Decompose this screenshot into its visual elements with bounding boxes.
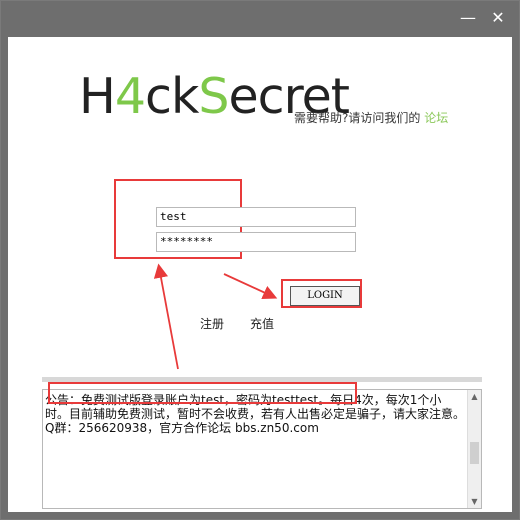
arrow-to-credentials xyxy=(153,263,179,370)
scroll-down-icon[interactable]: ▼ xyxy=(470,497,479,506)
scroll-thumb[interactable] xyxy=(470,442,479,464)
account-info-highlight-box xyxy=(48,382,357,404)
login-button[interactable]: LOGIN xyxy=(290,286,360,306)
arrow-to-login xyxy=(223,273,278,300)
login-window: — ✕ H4ckSecret 需要帮助?请访问我们的 论坛 test *****… xyxy=(0,0,520,520)
title-bar[interactable]: — ✕ xyxy=(1,1,519,37)
help-text: 需要帮助?请访问我们的 论坛 xyxy=(294,109,448,126)
help-message: 需要帮助?请访问我们的 xyxy=(294,111,421,125)
password-input[interactable]: ******** xyxy=(156,232,356,252)
logo-s: S xyxy=(198,68,229,125)
client-area: H4ckSecret 需要帮助?请访问我们的 论坛 test ******** … xyxy=(8,37,512,512)
close-button[interactable]: ✕ xyxy=(489,9,507,27)
notice-scrollbar[interactable]: ▲ ▼ xyxy=(467,390,481,508)
logo-4: 4 xyxy=(114,68,146,125)
recharge-link[interactable]: 充值 xyxy=(250,315,274,332)
notice-box[interactable]: 公告：免费测试版登录账户为test，密码为testtest。每日4次，每次1个小… xyxy=(42,389,482,509)
forum-link[interactable]: 论坛 xyxy=(424,111,448,125)
username-input[interactable]: test xyxy=(156,207,356,227)
logo-h: H xyxy=(79,68,116,125)
logo-ck: ck xyxy=(145,68,199,125)
scroll-up-icon[interactable]: ▲ xyxy=(470,392,479,401)
minimize-button[interactable]: — xyxy=(459,9,477,27)
register-link[interactable]: 注册 xyxy=(200,315,224,332)
